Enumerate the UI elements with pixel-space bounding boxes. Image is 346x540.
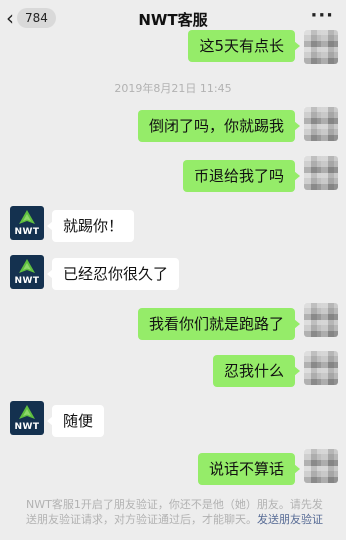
message-bubble-outgoing[interactable]: 说话不算话 xyxy=(197,453,301,485)
message-bubble-outgoing[interactable]: 倒闭了吗，你就踢我 xyxy=(137,110,301,142)
avatar-label: NWT xyxy=(14,276,40,286)
more-options-button[interactable]: ··· xyxy=(310,5,334,26)
nwt-avatar[interactable]: NWT xyxy=(10,401,44,435)
message-bubble-outgoing[interactable]: 忍我什么 xyxy=(212,355,301,387)
self-avatar[interactable] xyxy=(304,351,338,385)
self-avatar[interactable] xyxy=(304,156,338,190)
message-bubble-incoming[interactable]: 随便 xyxy=(46,405,105,437)
message-bubble-outgoing[interactable]: 我看你们就是跑路了 xyxy=(137,308,301,340)
nwt-avatar[interactable]: NWT xyxy=(10,255,44,289)
send-verification-link[interactable]: 发送朋友验证 xyxy=(257,513,323,526)
message-bubble-incoming[interactable]: 已经忍你很久了 xyxy=(46,258,180,290)
message-bubble-outgoing[interactable]: 这5天有点长 xyxy=(188,30,300,62)
chat-title: NWT客服 xyxy=(138,11,208,29)
message-timestamp: 2019年8月21日 11:45 xyxy=(114,82,232,95)
friend-verification-notice: NWT客服1开启了朋友验证，你还不是他（她）朋友。请先发送朋友验证请求，对方验证… xyxy=(26,497,326,527)
avatar-label: NWT xyxy=(14,227,40,237)
self-avatar[interactable] xyxy=(304,449,338,483)
nwt-avatar[interactable]: NWT xyxy=(10,206,44,240)
avatar-label: NWT xyxy=(14,422,40,432)
self-avatar[interactable] xyxy=(304,30,338,64)
self-avatar[interactable] xyxy=(304,303,338,337)
message-bubble-outgoing[interactable]: 币退给我了吗 xyxy=(182,160,301,192)
self-avatar[interactable] xyxy=(304,107,338,141)
message-bubble-incoming[interactable]: 就踢你！ xyxy=(46,210,135,242)
